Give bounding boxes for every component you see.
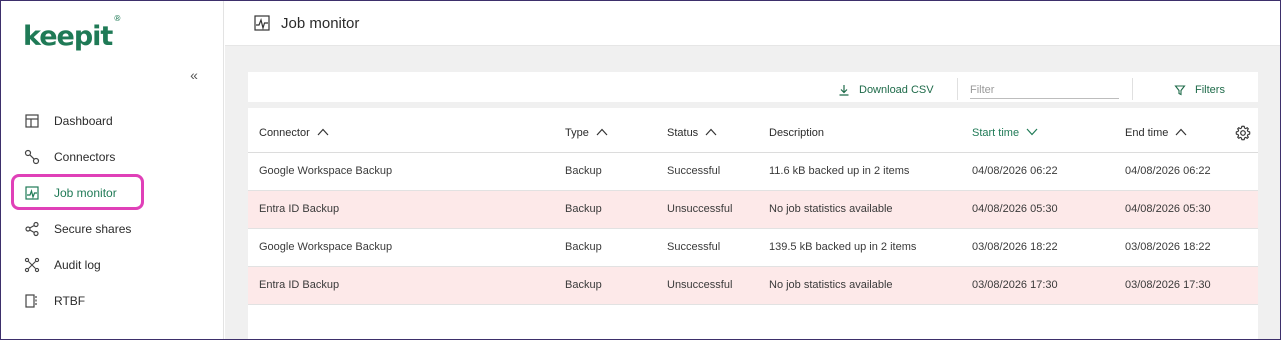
- job-table-card: Download CSV Filters Connector Type: [248, 72, 1258, 339]
- filters-label: Filters: [1195, 84, 1225, 96]
- sidebar-item-audit-log[interactable]: Audit log: [23, 253, 203, 277]
- sort-asc-icon: [317, 127, 329, 139]
- filter-funnel-icon: [1174, 85, 1186, 96]
- toolbar-divider: [957, 78, 958, 100]
- gear-icon[interactable]: [1235, 125, 1251, 141]
- share-icon: [23, 220, 41, 238]
- column-header-connector[interactable]: Connector: [248, 114, 554, 153]
- cell-connector: Entra ID Backup: [248, 266, 554, 305]
- app-window: keepit® « Dashboard Connectors Job monit…: [0, 0, 1281, 340]
- table-header-row: Connector Type Status Description Start …: [248, 114, 1258, 153]
- cell-connector: Google Workspace Backup: [248, 152, 554, 191]
- active-item-highlight: [11, 174, 144, 210]
- cell-connector: Google Workspace Backup: [248, 228, 554, 267]
- filters-button[interactable]: Filters: [1174, 82, 1225, 98]
- cell-connector: Entra ID Backup: [248, 190, 554, 229]
- table-row[interactable]: Google Workspace Backup Backup Successfu…: [248, 152, 1258, 191]
- download-icon: [839, 85, 849, 96]
- cell-end-time: 04/08/2026 05:30: [1114, 190, 1258, 229]
- column-header-description[interactable]: Description: [758, 114, 961, 153]
- rtbf-icon: [23, 292, 41, 310]
- cell-type: Backup: [554, 190, 656, 229]
- cell-start-time: 04/08/2026 05:30: [961, 190, 1114, 229]
- sidebar-item-connectors[interactable]: Connectors: [23, 145, 203, 169]
- table-toolbar: Download CSV Filters: [248, 72, 1258, 108]
- sort-asc-icon: [705, 127, 717, 139]
- cell-description: 139.5 kB backed up in 2 items: [758, 228, 961, 267]
- table-row[interactable]: Google Workspace Backup Backup Successfu…: [248, 228, 1258, 267]
- sidebar-item-label: RTBF: [54, 294, 86, 308]
- page-title: Job monitor: [281, 14, 360, 32]
- download-csv-label: Download CSV: [859, 84, 934, 96]
- cell-status: Unsuccessful: [656, 190, 758, 229]
- column-header-type[interactable]: Type: [554, 114, 656, 153]
- cell-type: Backup: [554, 266, 656, 305]
- sidebar-item-label: Dashboard: [54, 114, 113, 128]
- dashboard-icon: [23, 112, 41, 130]
- table-row[interactable]: Entra ID Backup Backup Unsuccessful No j…: [248, 190, 1258, 229]
- main-content: Download CSV Filters Connector Type: [225, 46, 1280, 339]
- sort-asc-icon: [1175, 127, 1187, 139]
- cell-end-time: 04/08/2026 06:22: [1114, 152, 1258, 191]
- keepit-logo[interactable]: keepit®: [23, 14, 121, 52]
- cell-status: Unsuccessful: [656, 266, 758, 305]
- page-header: Job monitor: [225, 1, 1280, 46]
- column-header-start-time[interactable]: Start time: [961, 114, 1114, 153]
- table-row[interactable]: Entra ID Backup Backup Unsuccessful No j…: [248, 266, 1258, 305]
- job-monitor-icon: [254, 15, 270, 31]
- toolbar-divider: [1132, 78, 1133, 100]
- download-csv-button[interactable]: Download CSV: [838, 82, 934, 98]
- job-table: Connector Type Status Description Start …: [248, 114, 1258, 305]
- sidebar-item-secure-shares[interactable]: Secure shares: [23, 217, 203, 241]
- cell-description: No job statistics available: [758, 190, 961, 229]
- cell-start-time: 04/08/2026 06:22: [961, 152, 1114, 191]
- sort-asc-icon: [596, 127, 608, 139]
- sidebar-item-label: Connectors: [54, 150, 116, 164]
- cell-description: 11.6 kB backed up in 2 items: [758, 152, 961, 191]
- sidebar: keepit® « Dashboard Connectors Job monit…: [1, 1, 224, 339]
- sidebar-item-label: Audit log: [54, 258, 101, 272]
- sort-desc-icon: [1026, 127, 1038, 139]
- cell-description: No job statistics available: [758, 266, 961, 305]
- cell-type: Backup: [554, 228, 656, 267]
- cell-start-time: 03/08/2026 18:22: [961, 228, 1114, 267]
- sidebar-item-dashboard[interactable]: Dashboard: [23, 109, 203, 133]
- cell-status: Successful: [656, 228, 758, 267]
- audit-log-icon: [23, 256, 41, 274]
- cell-end-time: 03/08/2026 18:22: [1114, 228, 1258, 267]
- cell-start-time: 03/08/2026 17:30: [961, 266, 1114, 305]
- collapse-sidebar-button[interactable]: «: [187, 67, 201, 83]
- filter-input[interactable]: [970, 82, 1119, 99]
- sidebar-item-rtbf[interactable]: RTBF: [23, 289, 203, 313]
- connectors-icon: [23, 148, 41, 166]
- cell-type: Backup: [554, 152, 656, 191]
- cell-status: Successful: [656, 152, 758, 191]
- sidebar-item-label: Secure shares: [54, 222, 132, 236]
- cell-end-time: 03/08/2026 17:30: [1114, 266, 1258, 305]
- column-header-status[interactable]: Status: [656, 114, 758, 153]
